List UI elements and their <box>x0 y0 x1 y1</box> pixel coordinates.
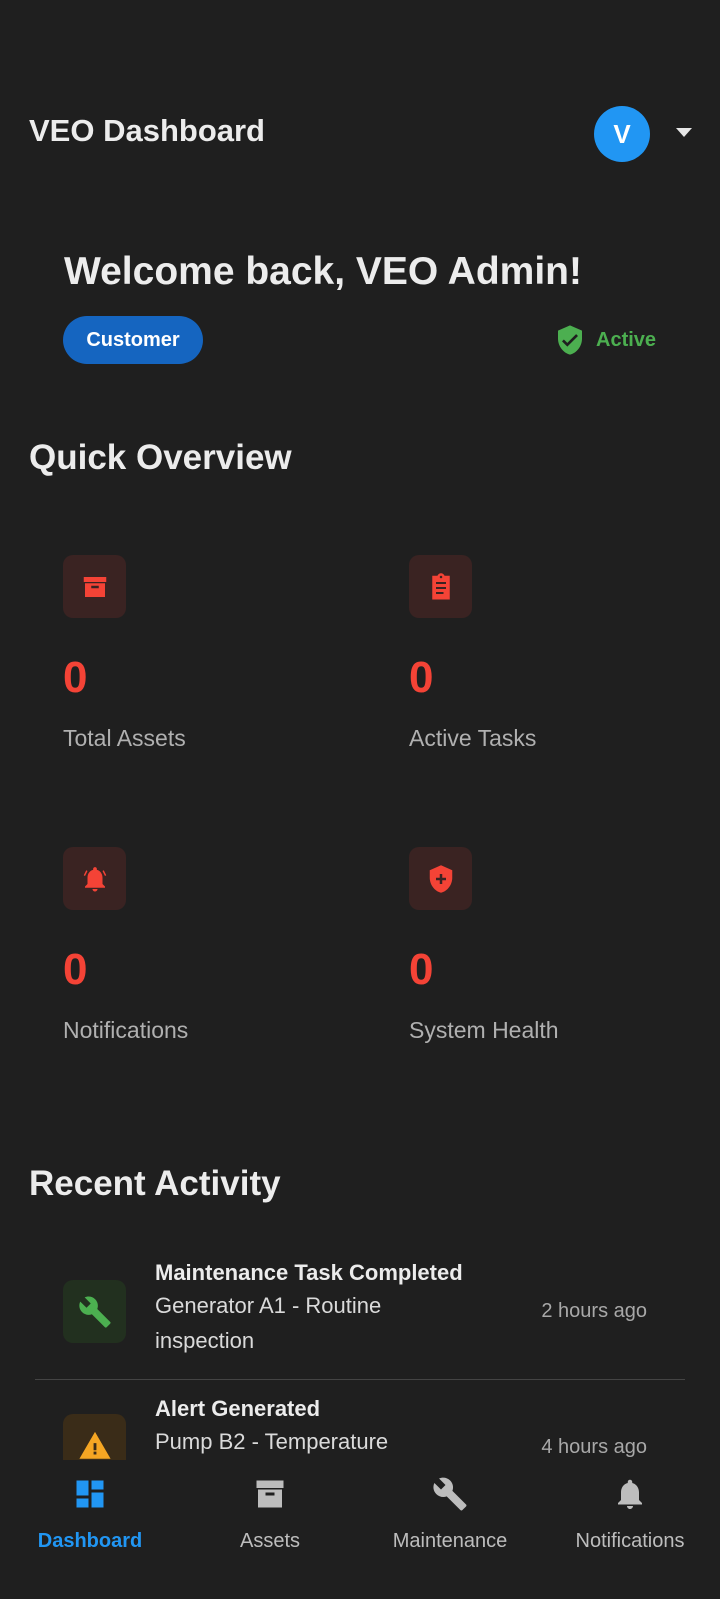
stat-label: System Health <box>409 1017 559 1043</box>
divider <box>35 1379 685 1380</box>
nav-label: Maintenance <box>392 1530 508 1552</box>
overview-title: Quick Overview <box>29 438 292 477</box>
nav-notifications[interactable]: Notifications <box>540 1460 720 1599</box>
wrench-icon <box>78 1296 111 1328</box>
avatar[interactable]: V <box>594 106 650 162</box>
nav-label: Notifications <box>575 1530 685 1552</box>
stat-card-total-assets[interactable]: 0 Total Assets <box>63 555 363 775</box>
stat-value: 0 <box>63 945 88 994</box>
welcome-heading: Welcome back, VEO Admin! <box>64 250 582 293</box>
verified-shield-icon <box>558 325 582 355</box>
stat-label: Total Assets <box>63 725 186 751</box>
stat-card-system-health[interactable]: 0 System Health <box>409 847 709 1067</box>
activity-description: Generator A1 - Routine inspection <box>155 1293 382 1353</box>
nav-label: Dashboard <box>37 1530 143 1552</box>
activity-item[interactable]: Maintenance Task Completed Generator A1 … <box>35 1260 685 1380</box>
stat-label: Active Tasks <box>409 725 537 751</box>
app-title: VEO Dashboard <box>29 113 265 148</box>
stat-card-active-tasks[interactable]: 0 Active Tasks <box>409 555 709 775</box>
activity-description: Pump B2 - Temperature <box>155 1429 389 1454</box>
activity-item[interactable]: Alert Generated Pump B2 - Temperature 4 … <box>35 1396 685 1477</box>
clipboard-icon <box>431 572 450 599</box>
stat-value: 0 <box>409 945 434 994</box>
account-status: Active <box>554 323 656 357</box>
bottom-navigation: Dashboard Assets Maintenance Notificatio… <box>0 1460 720 1599</box>
nav-label: Assets <box>239 1530 301 1552</box>
activity-title: Alert Generated <box>155 1396 321 1421</box>
warning-icon <box>78 1431 111 1459</box>
archive-icon <box>83 576 106 597</box>
dashboard-icon <box>76 1480 104 1508</box>
activity-title: Maintenance Task Completed <box>155 1260 463 1285</box>
role-chip: Customer <box>63 316 203 364</box>
wrench-icon <box>433 1477 467 1511</box>
chevron-down-icon[interactable] <box>676 128 692 137</box>
alarm-bell-icon <box>83 866 106 891</box>
stat-value: 0 <box>63 653 88 702</box>
bell-icon <box>618 1479 642 1509</box>
stat-value: 0 <box>409 653 434 702</box>
nav-assets[interactable]: Assets <box>180 1460 360 1599</box>
stat-label: Notifications <box>63 1017 189 1043</box>
nav-dashboard[interactable]: Dashboard <box>0 1460 180 1599</box>
activity-time: 4 hours ago <box>541 1436 647 1458</box>
recent-activity-title: Recent Activity <box>29 1164 281 1203</box>
activity-time: 2 hours ago <box>541 1300 647 1322</box>
nav-maintenance[interactable]: Maintenance <box>360 1460 540 1599</box>
stat-card-notifications[interactable]: 0 Notifications <box>63 847 363 1067</box>
app-bar: VEO Dashboard V <box>0 0 720 270</box>
health-shield-icon <box>429 864 452 893</box>
status-label: Active <box>596 328 657 351</box>
archive-icon <box>256 1480 284 1508</box>
